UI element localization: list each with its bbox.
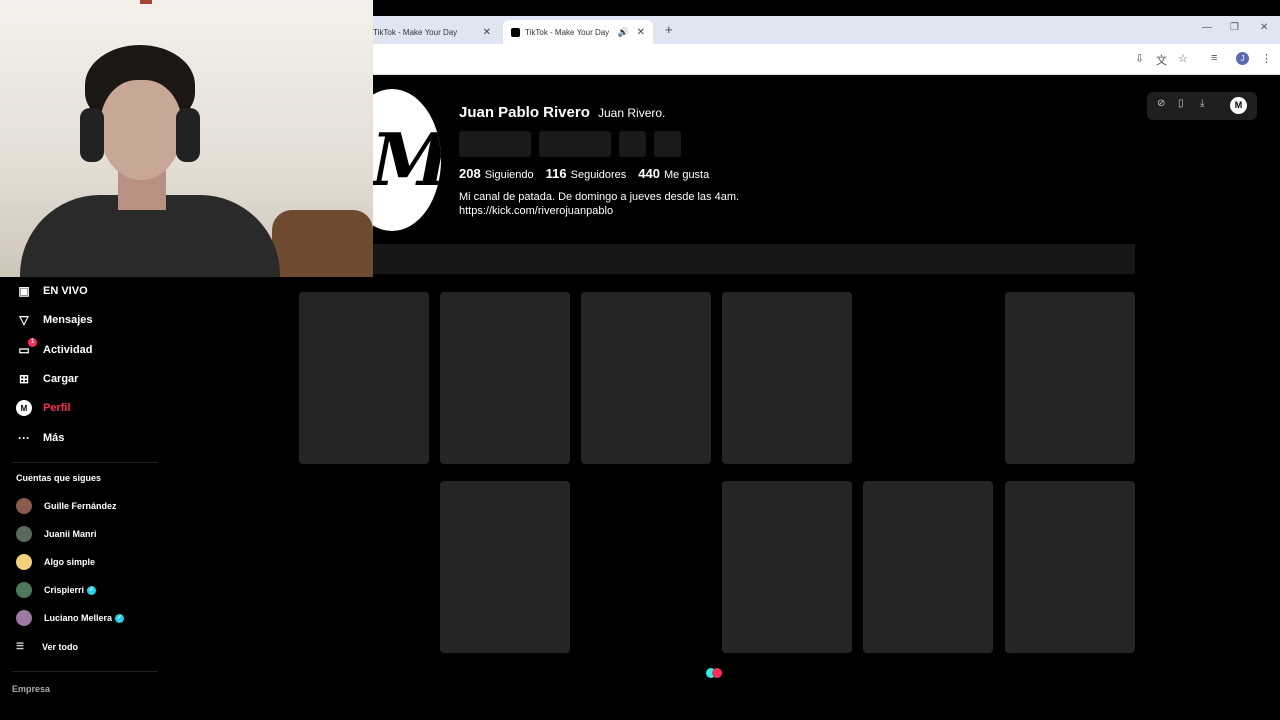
settings-button-placeholder[interactable] [619, 131, 646, 157]
profile-name: Juan Pablo Rivero [459, 104, 590, 121]
browser-tab-bar: TikTok - Make Your Day ✕ TikTok - Make Y… [373, 16, 1280, 44]
tab-audio-icon[interactable]: 🔊 [618, 27, 629, 38]
following-item[interactable]: Juanii Manri [16, 526, 97, 542]
profile-bio: Mi canal de patada. De domingo a jueves … [459, 190, 739, 218]
video-card[interactable] [440, 481, 570, 653]
stat-following[interactable]: 208 Siguiendo [459, 166, 534, 181]
video-card[interactable] [863, 481, 993, 653]
tab-close-icon[interactable]: ✕ [637, 27, 645, 38]
list-icon: ☰ [16, 641, 25, 651]
verified-badge-icon: ✓ [115, 613, 125, 623]
window-close-button[interactable]: ✕ [1260, 22, 1268, 33]
browser-tab-inactive[interactable]: TikTok - Make Your Day ✕ [373, 20, 499, 44]
tiktok-favicon-icon [511, 27, 520, 37]
following-name: Luciano Mellera [44, 613, 113, 623]
see-all-button[interactable]: ☰ Ver todo [16, 641, 78, 652]
minimize-button[interactable]: — [1202, 22, 1212, 33]
bookmark-star-icon[interactable]: ☆ [1178, 52, 1188, 65]
webcam-overlay [0, 0, 373, 277]
verified-badge-icon: ✓ [87, 585, 97, 595]
messages-icon: ▽ [19, 313, 29, 327]
following-section-title: Cuentas que sigues [16, 473, 102, 483]
loader-dot-pink [712, 668, 722, 678]
profile-tabs-placeholder [373, 244, 1135, 274]
following-name: Crispierri [44, 585, 85, 595]
following-name: Juanii Manri [44, 529, 97, 539]
download-icon[interactable]: ⤓ [1200, 98, 1204, 109]
reading-list-icon[interactable]: ≡ [1211, 52, 1217, 64]
sidebar-item-upload[interactable]: ⊞ Cargar [16, 371, 79, 387]
sidebar-item-label: EN VIVO [43, 285, 88, 297]
following-item[interactable]: Luciano Mellera ✓ [16, 610, 125, 626]
sidebar-item-profile[interactable]: M Perfil [16, 400, 71, 416]
promote-button-placeholder[interactable] [539, 131, 611, 157]
video-card[interactable] [440, 292, 570, 464]
tab-title: TikTok - Make Your Day [525, 27, 610, 37]
tab-close-icon[interactable]: ✕ [483, 27, 491, 38]
tab-title: TikTok - Make Your Day [373, 27, 458, 37]
edit-profile-button-placeholder[interactable] [459, 131, 531, 157]
sidebar-item-messages[interactable]: ▽ Mensajes [16, 312, 93, 328]
bio-link[interactable]: https://kick.com/riverojuanpablo [459, 204, 739, 218]
bio-text: Mi canal de patada. De domingo a jueves … [459, 191, 740, 203]
upload-icon: ⊞ [18, 372, 30, 386]
live-icon: ▣ [18, 284, 30, 298]
floating-toolbar: ⊘ ▯ ⤓ M [1147, 92, 1257, 120]
following-item[interactable]: Crispierri ✓ [16, 582, 97, 598]
following-item[interactable]: Guille Fernández [16, 498, 117, 514]
avatar [16, 610, 32, 626]
device-icon[interactable]: ▯ [1178, 98, 1184, 109]
notification-badge: 1 [28, 338, 37, 347]
video-card[interactable] [1005, 481, 1135, 653]
sidebar-item-label: Más [43, 432, 65, 444]
video-card[interactable] [581, 292, 711, 464]
webcam-chair [272, 210, 373, 277]
address-bar: ⇩ 文 ☆ ≡ J ⋮ [373, 44, 1280, 75]
translate-icon[interactable]: 文 [1156, 52, 1167, 68]
webcam-wall-mark [140, 0, 152, 4]
video-card[interactable] [722, 292, 852, 464]
headset-icon [80, 108, 104, 162]
avatar [16, 498, 32, 514]
share-button-placeholder[interactable] [654, 131, 681, 157]
browser-menu-icon[interactable]: ⋮ [1261, 52, 1272, 65]
video-card[interactable] [299, 292, 429, 464]
sidebar-item-more[interactable]: ··· Más [16, 430, 64, 446]
explore-icon[interactable]: ⊘ [1157, 98, 1165, 109]
new-tab-button[interactable]: + [665, 22, 673, 37]
avatar [16, 554, 32, 570]
video-card[interactable] [1005, 292, 1135, 464]
sidebar-item-label: Cargar [43, 373, 79, 385]
install-app-icon[interactable]: ⇩ [1135, 52, 1144, 65]
restore-button[interactable]: ❐ [1230, 22, 1239, 33]
sidebar-item-label: Perfil [43, 402, 71, 414]
sidebar-divider [12, 671, 158, 672]
video-card[interactable] [722, 481, 852, 653]
sidebar-item-label: Mensajes [43, 314, 93, 326]
see-all-label: Ver todo [42, 641, 79, 652]
profile-handle: Juan Rivero. [598, 106, 666, 120]
browser-profile-avatar[interactable]: J [1236, 52, 1249, 65]
stat-followers[interactable]: 116 Seguidores [546, 166, 627, 181]
sidebar-item-live[interactable]: ▣ EN VIVO [16, 283, 88, 299]
sidebar-item-activity[interactable]: ▭ 1 Actividad [16, 338, 93, 358]
following-name: Guille Fernández [44, 501, 117, 511]
profile-stats: 208 Siguiendo 116 Seguidores 440 Me gusta [459, 166, 709, 181]
avatar [16, 582, 32, 598]
following-item[interactable]: Algo simple [16, 554, 95, 570]
avatar [16, 526, 32, 542]
footer-company-link[interactable]: Empresa [12, 684, 50, 694]
avatar-monogram: M [371, 117, 441, 202]
browser-tab-active[interactable]: TikTok - Make Your Day 🔊 ✕ [503, 20, 653, 44]
sidebar-divider [12, 462, 158, 463]
following-name: Algo simple [44, 557, 96, 567]
webcam-person-face [100, 80, 182, 180]
stat-likes: 440 Me gusta [638, 166, 710, 181]
headset-icon [176, 108, 200, 162]
sidebar-item-label: Actividad [43, 344, 93, 356]
toolbar-avatar[interactable]: M [1230, 97, 1247, 114]
more-icon: ··· [18, 431, 30, 445]
profile-icon: M [16, 400, 32, 416]
